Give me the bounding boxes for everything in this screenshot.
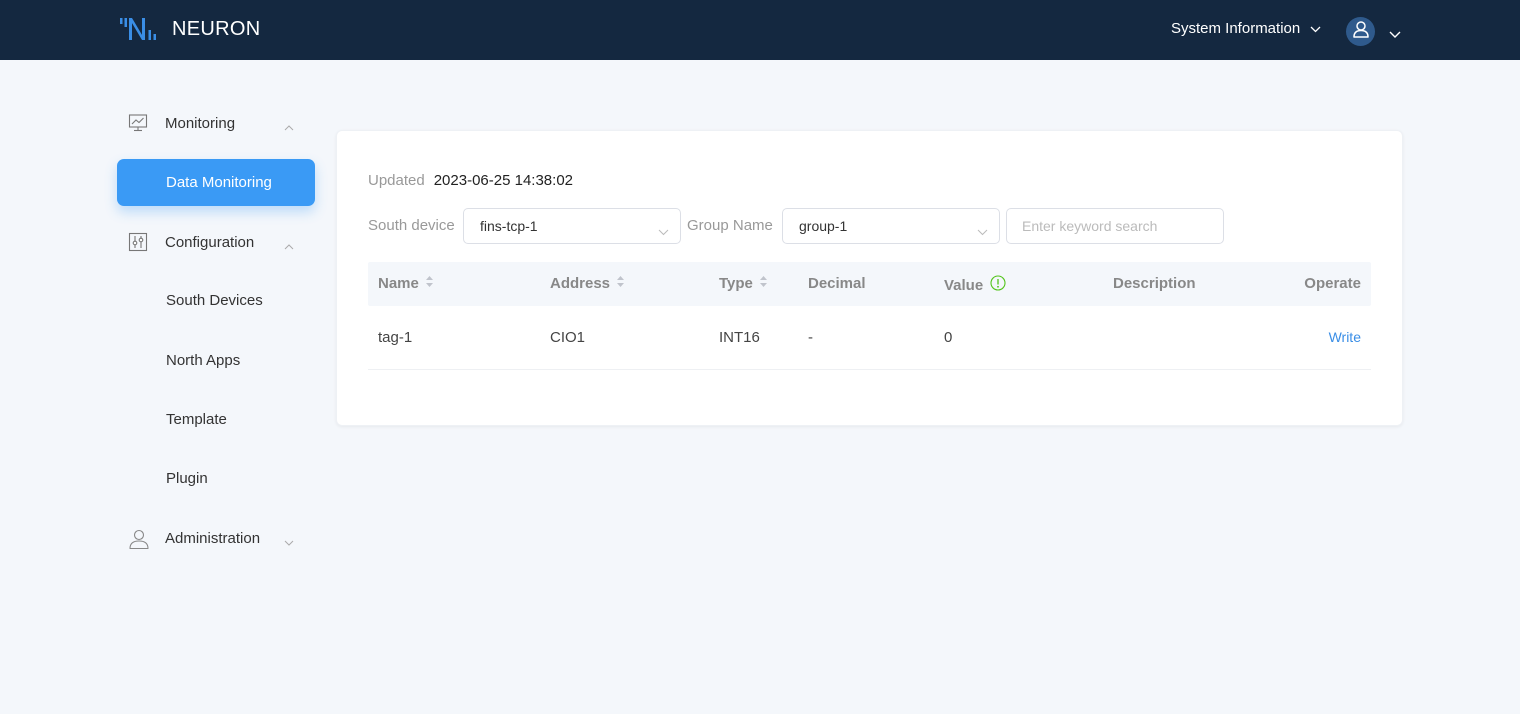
cell-address: CIO1 [550,329,586,346]
sidebar-item-label: North Apps [166,352,241,369]
cell-value: 0 [944,329,953,346]
user-avatar-button[interactable] [1346,17,1375,46]
sidebar-group-label: Monitoring [165,114,236,132]
sidebar-item-template[interactable]: Template [117,396,315,443]
table-header: Name Address Type Decimal Value Descript… [368,262,1371,306]
updated-info: Updated 2023-06-25 14:38:02 [368,172,573,189]
sidebar-item-plugin[interactable]: Plugin [117,455,315,502]
top-header: NEURON System Information [0,0,1520,60]
sidebar-item-south-devices[interactable]: South Devices [117,277,315,324]
sidebar-group-label: Administration [165,529,261,547]
sort-icon[interactable] [425,275,434,292]
cell-type: INT16 [719,329,760,346]
monitor-chart-icon [128,113,148,137]
sidebar-item-north-apps[interactable]: North Apps [117,337,315,384]
south-device-value: fins-tcp-1 [480,218,538,234]
chevron-up-icon [284,118,294,135]
neuron-logo-icon [118,15,160,43]
sidebar-item-label: South Devices [166,292,263,309]
sidebar-group-label: Configuration [165,233,255,251]
sidebar-group-administration[interactable]: Administration [117,515,315,561]
sort-icon[interactable] [759,275,768,292]
chevron-down-icon [658,223,669,239]
cell-decimal: - [808,329,813,346]
sidebar-item-label: Template [166,411,227,428]
system-information-dropdown[interactable]: System Information [1171,20,1321,37]
column-header-value: Value [944,275,1006,295]
user-menu-chevron-down-icon[interactable] [1389,25,1401,43]
column-header-name[interactable]: Name [378,275,434,292]
column-header-address[interactable]: Address [550,275,625,292]
sidebar-item-label: Plugin [166,470,208,487]
group-name-label: Group Name [687,217,773,234]
group-name-value: group-1 [799,218,848,234]
group-name-select[interactable]: group-1 [782,208,1000,244]
updated-label: Updated [368,172,425,189]
chevron-up-icon [284,237,294,254]
column-header-description: Description [1113,275,1196,292]
south-device-label: South device [368,217,455,234]
user-icon [128,528,150,554]
sidebar-group-monitoring[interactable]: Monitoring [117,100,315,146]
data-monitoring-card: Updated 2023-06-25 14:38:02 South device… [336,130,1403,426]
sidebar-item-label: Data Monitoring [166,174,272,191]
sidebar-item-data-monitoring[interactable]: Data Monitoring [117,159,315,206]
app-name: NEURON [172,17,261,40]
chevron-down-icon [1310,20,1321,37]
sidebar-group-configuration[interactable]: Configuration [117,219,315,265]
chevron-down-icon [284,533,294,550]
column-header-operate: Operate [1304,275,1361,292]
south-device-select[interactable]: fins-tcp-1 [463,208,681,244]
sort-icon[interactable] [616,275,625,292]
logo[interactable]: NEURON [118,15,260,43]
column-header-type[interactable]: Type [719,275,768,292]
keyword-search-input[interactable] [1006,208,1224,244]
cell-name: tag-1 [378,329,413,346]
column-header-decimal: Decimal [808,275,866,292]
user-icon [1352,20,1370,43]
sliders-icon [128,232,148,256]
write-button[interactable]: Write [1329,329,1361,345]
info-icon[interactable] [990,275,1006,295]
system-information-label: System Information [1171,20,1301,37]
table-row: tag-1 CIO1 INT16 - 0 Write [368,306,1371,370]
chevron-down-icon [977,223,988,239]
updated-timestamp: 2023-06-25 14:38:02 [433,172,574,189]
